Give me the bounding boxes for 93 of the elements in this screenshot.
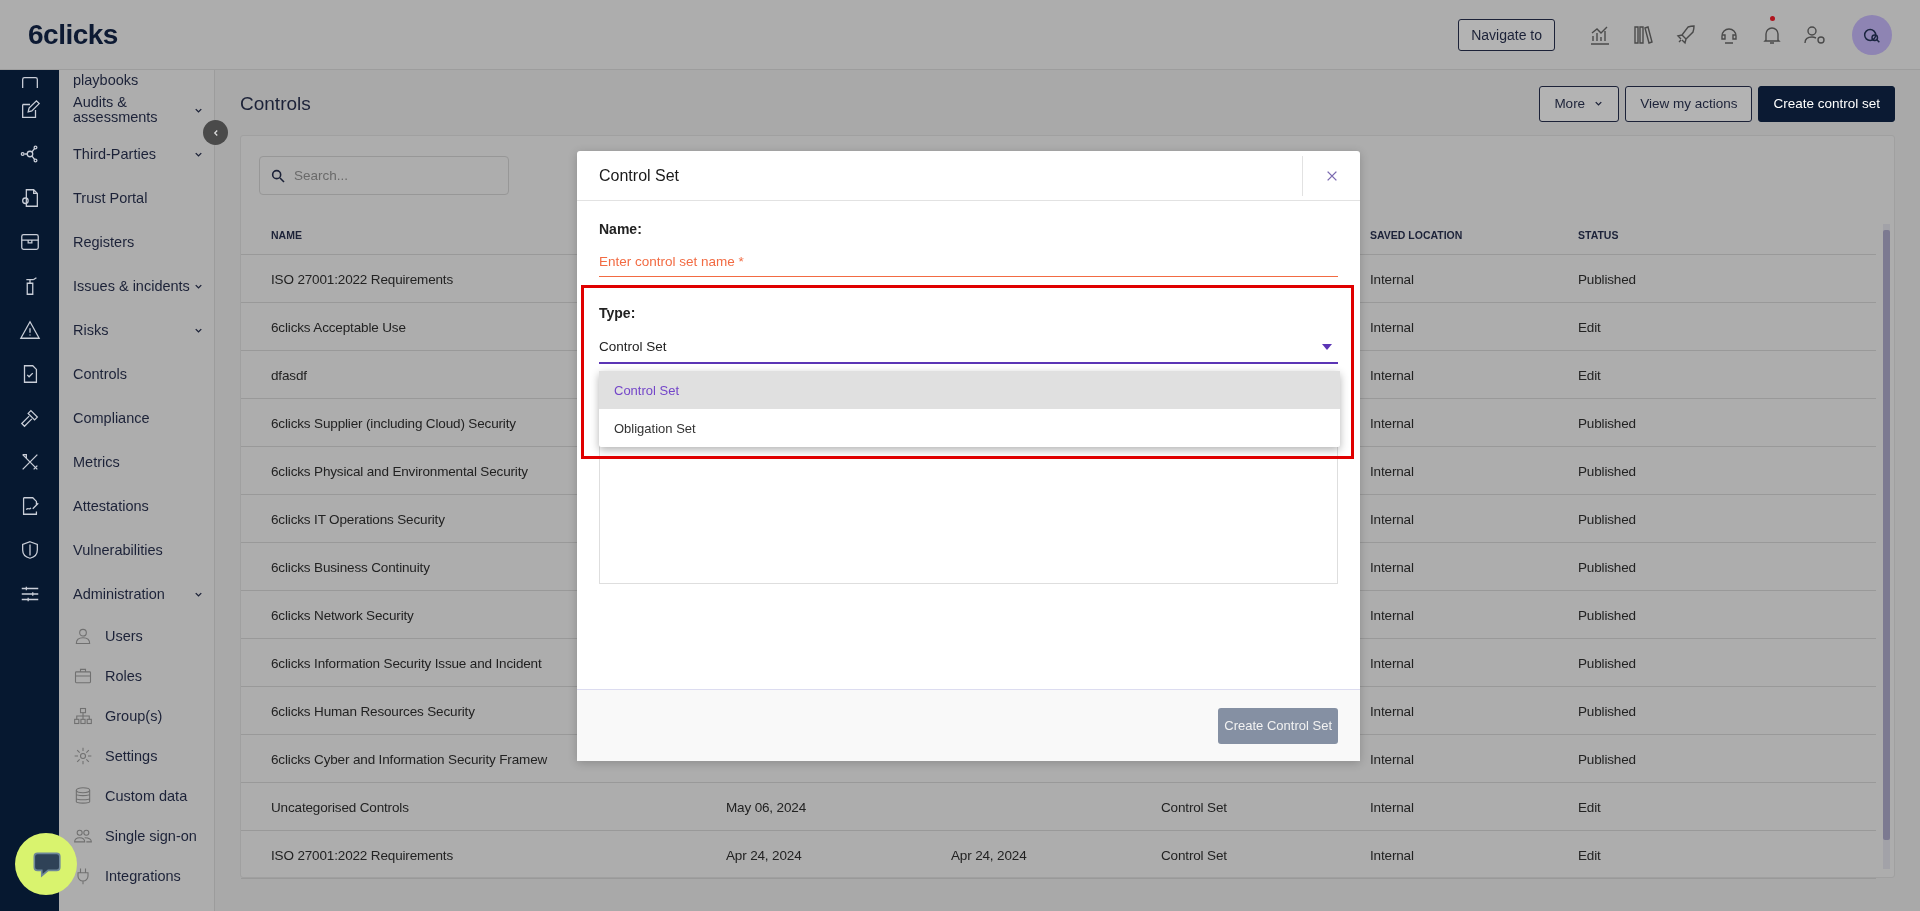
table-cell: Uncategorised Controls [271, 799, 409, 815]
sidebar-subitem[interactable]: Single sign-on [73, 816, 214, 856]
sidebar-subitem[interactable]: Custom data [73, 776, 214, 816]
table-cell: 6clicks Human Resources Security [271, 703, 475, 719]
dialog-title: Control Set [599, 166, 680, 185]
sidebar-subitem[interactable]: Integrations [73, 856, 214, 896]
sidebar-item[interactable]: playbooks [73, 70, 214, 88]
navigate-button[interactable]: Navigate to [1458, 18, 1555, 51]
table-cell: Control Set [1161, 799, 1227, 815]
table-cell: 6clicks Acceptable Use [271, 319, 406, 335]
page-button[interactable]: View my actions [1625, 85, 1753, 122]
sidebar-subitem[interactable]: Group(s) [73, 696, 214, 736]
table-cell: Internal [1370, 415, 1414, 431]
table-cell: Published [1578, 655, 1636, 671]
caret-icon [1322, 343, 1332, 350]
sidebar-item[interactable]: Compliance [73, 396, 214, 440]
table-cell: 6clicks Information Security Issue and Incident [271, 655, 542, 671]
archive-icon[interactable] [18, 231, 41, 253]
table-cell: 6clicks Business Continuity [271, 559, 430, 575]
table-cell: Published [1578, 271, 1636, 287]
sidebar-item[interactable]: Controls [73, 352, 214, 396]
table-cell: dfasdf [271, 367, 307, 383]
table-cell: Edit [1578, 847, 1601, 863]
table-cell: May 06, 2024 [726, 799, 806, 815]
table-cell: Published [1578, 463, 1636, 479]
dropdown-option[interactable]: Control Set [599, 371, 1340, 409]
avatar[interactable] [1852, 14, 1892, 55]
table-cell: Published [1578, 607, 1636, 623]
sidebar-subitem[interactable]: Users [73, 616, 214, 656]
scrollbar[interactable] [1883, 224, 1890, 869]
table-cell: Published [1578, 415, 1636, 431]
table-cell: 6clicks IT Operations Security [271, 511, 445, 527]
page-button[interactable]: More [1539, 85, 1620, 122]
page-title: Controls [240, 92, 311, 115]
table-cell: Edit [1578, 319, 1601, 335]
table-cell: Internal [1370, 271, 1414, 287]
table-cell: Internal [1370, 511, 1414, 527]
field-label: Type: [599, 305, 637, 321]
table-cell: Edit [1578, 799, 1601, 815]
sidebar-item[interactable]: Metrics [73, 440, 214, 484]
table-cell: Internal [1370, 463, 1414, 479]
table-cell: Internal [1370, 655, 1414, 671]
rocket-icon[interactable] [1674, 22, 1698, 47]
table-cell: 6clicks Physical and Environmental Security [271, 463, 528, 479]
sidebar-item[interactable]: Issues & incidents [73, 264, 214, 308]
warning-icon[interactable] [18, 319, 41, 341]
sidebar-item[interactable]: Audits & assessments [73, 88, 214, 132]
briefcase-icon [73, 666, 93, 686]
table-cell: Published [1578, 511, 1636, 527]
table-cell: Internal [1370, 559, 1414, 575]
hierarchy-icon [73, 706, 93, 726]
table-cell: Internal [1370, 607, 1414, 623]
table-cell: Edit [1578, 367, 1601, 383]
user-icon [73, 626, 93, 646]
logo[interactable]: 6clicks [28, 18, 118, 51]
gavel-icon[interactable] [18, 407, 41, 429]
database-icon [73, 786, 93, 806]
table-cell: Control Set [1161, 847, 1227, 863]
column-header[interactable]: SAVED LOCATION [1370, 229, 1463, 241]
column-header[interactable]: NAME [271, 229, 302, 241]
search-field[interactable]: Search... [259, 156, 509, 195]
table-cell: Apr 24, 2024 [726, 847, 802, 863]
sidebar-subitem[interactable]: Settings [73, 736, 214, 776]
table-cell: Internal [1370, 703, 1414, 719]
table-cell: ISO 27001:2022 Requirements [271, 847, 454, 863]
sidebar-item[interactable]: Trust Portal [73, 176, 214, 220]
table-cell: Published [1578, 559, 1636, 575]
table-cell: Published [1578, 751, 1636, 767]
table-cell: Internal [1370, 847, 1414, 863]
sidebar-item[interactable]: Vulnerabilities [73, 528, 214, 572]
sidebar-item[interactable]: Third-Parties [73, 132, 214, 176]
dropdown-option[interactable]: Obligation Set [599, 409, 1340, 447]
table-cell: Apr 24, 2024 [951, 847, 1027, 863]
sidebar-item[interactable]: Registers [73, 220, 214, 264]
search-icon [270, 168, 286, 184]
table-cell: ISO 27001:2022 Requirements [271, 271, 454, 287]
table-cell: 6clicks Supplier (including Cloud) Security [271, 415, 516, 431]
column-header[interactable]: STATUS [1578, 229, 1619, 241]
type-select[interactable]: Control Set [599, 335, 1338, 364]
sidebar-item[interactable]: Risks [73, 308, 214, 352]
table-cell: Published [1578, 703, 1636, 719]
field-label: Name: [599, 221, 643, 237]
table-cell: Internal [1370, 799, 1414, 815]
collapse-button[interactable] [203, 120, 228, 145]
table-cell: 6clicks Network Security [271, 607, 414, 623]
table-cell: Internal [1370, 319, 1414, 335]
table-cell: Internal [1370, 751, 1414, 767]
table-cell: Internal [1370, 367, 1414, 383]
page-button[interactable]: Create control set [1758, 85, 1895, 122]
sidebar-item[interactable]: Attestations [73, 484, 214, 528]
sidebar-subitem[interactable]: Roles [73, 656, 214, 696]
table-cell: 6clicks Cyber and Information Security Framew [271, 751, 548, 767]
sidebar-item[interactable]: Administration [73, 572, 214, 616]
